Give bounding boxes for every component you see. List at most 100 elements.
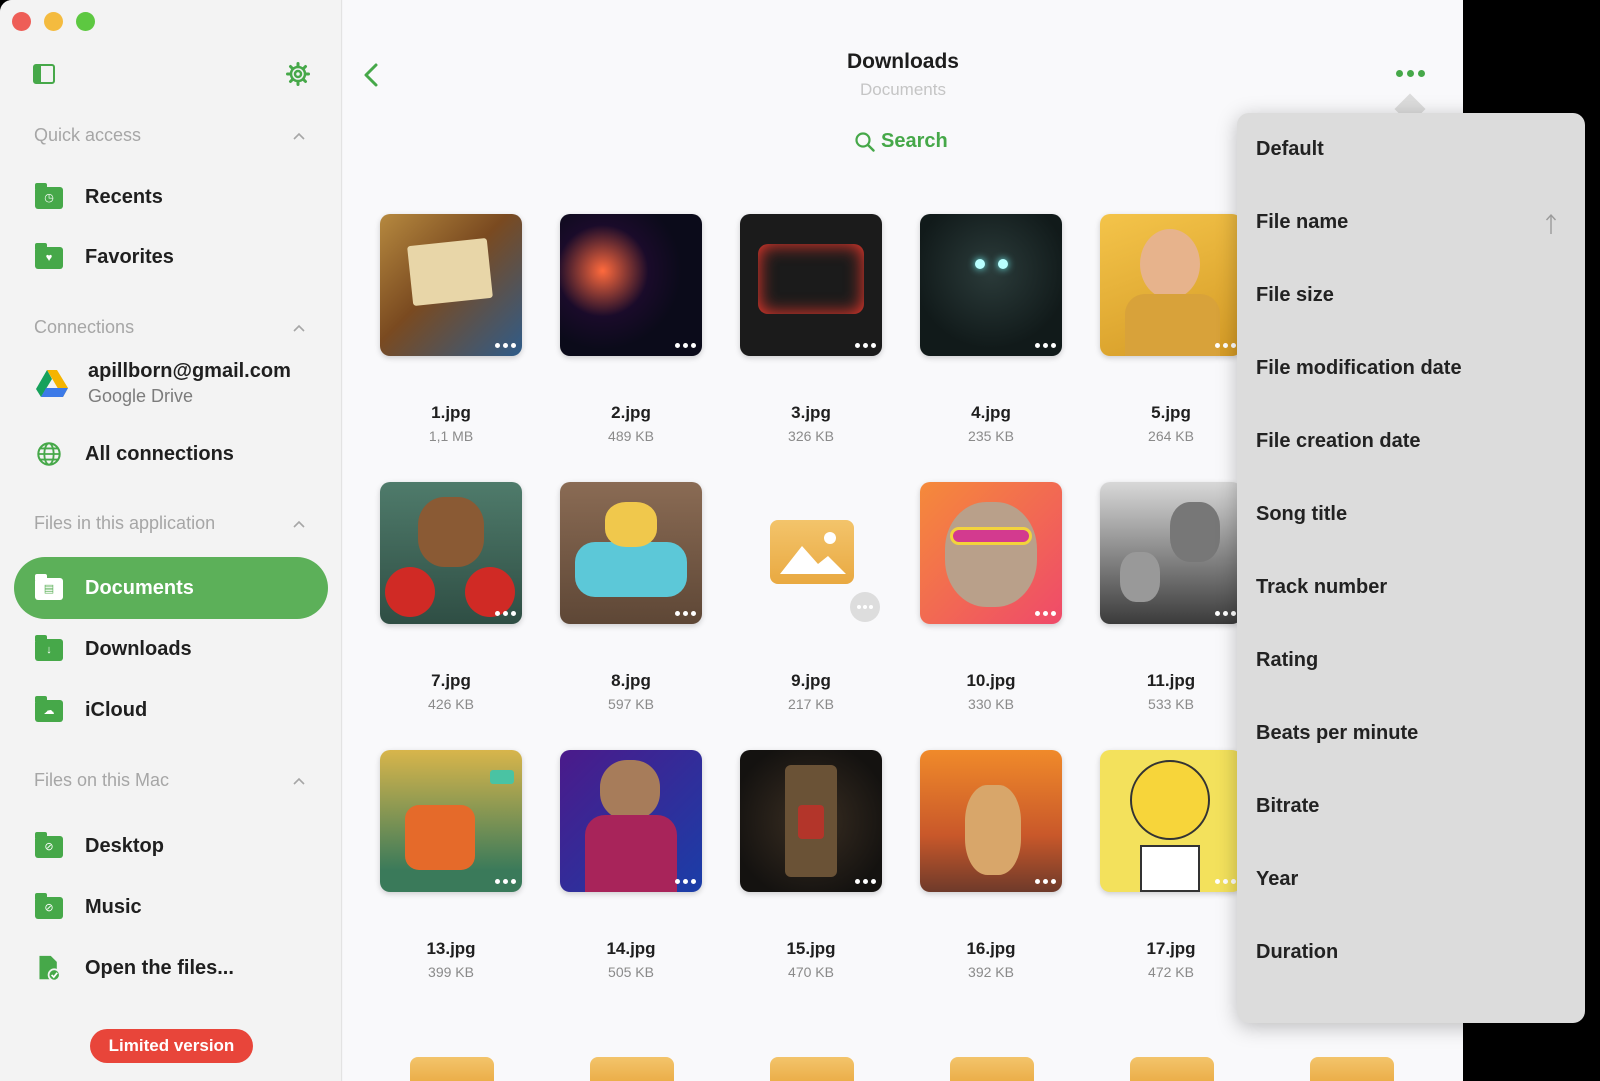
file-thumbnail[interactable] xyxy=(380,214,522,356)
ellipsis-icon[interactable] xyxy=(855,343,876,348)
menu-item-track-number[interactable]: Track number xyxy=(1256,576,1387,599)
sidebar-item-label: Downloads xyxy=(85,637,192,660)
minimize-window-button[interactable] xyxy=(44,12,63,31)
page-subtitle: Documents xyxy=(860,80,946,99)
ellipsis-icon[interactable] xyxy=(495,879,516,884)
ellipsis-icon[interactable] xyxy=(855,879,876,884)
file-name: 4.jpg xyxy=(971,403,1011,422)
account-service: Google Drive xyxy=(88,386,194,406)
file-thumbnail[interactable] xyxy=(1100,750,1242,892)
file-thumbnail[interactable] xyxy=(380,482,522,624)
file-size: 330 KB xyxy=(968,696,1014,712)
menu-item-file-name[interactable]: File name xyxy=(1256,211,1348,234)
ellipsis-icon[interactable] xyxy=(1035,611,1056,616)
sidebar-toggle-icon[interactable] xyxy=(33,64,55,84)
more-options-button[interactable] xyxy=(1396,66,1426,80)
chevron-up-icon[interactable] xyxy=(293,518,305,530)
search-label: Search xyxy=(881,130,948,152)
file-size: 1,1 MB xyxy=(428,428,474,444)
file-thumbnail[interactable] xyxy=(380,750,522,892)
menu-item-file-creation-date[interactable]: File creation date xyxy=(1256,430,1421,453)
file-size: 470 KB xyxy=(788,964,834,980)
menu-item-bitrate[interactable]: Bitrate xyxy=(1256,795,1319,818)
ellipsis-icon[interactable] xyxy=(1215,343,1236,348)
sidebar-item-desktop[interactable]: ⊘ Desktop xyxy=(14,815,328,877)
account-email: apillborn@gmail.com xyxy=(88,360,291,382)
file-size: 426 KB xyxy=(428,696,474,712)
search-button[interactable]: Search xyxy=(855,130,948,153)
sidebar-item-recents[interactable]: ◷ Recents xyxy=(14,166,328,228)
ellipsis-icon[interactable] xyxy=(1035,879,1056,884)
menu-item-year[interactable]: Year xyxy=(1256,868,1298,891)
menu-item-rating[interactable]: Rating xyxy=(1256,649,1318,672)
chevron-up-icon[interactable] xyxy=(293,322,305,334)
section-files-on-mac: Files on this Mac xyxy=(34,770,170,790)
file-thumbnail[interactable] xyxy=(740,214,882,356)
chevron-up-icon[interactable] xyxy=(293,775,305,787)
sidebar-item-label: Documents xyxy=(85,576,194,599)
image-placeholder-icon[interactable] xyxy=(950,1057,1034,1081)
gear-icon[interactable] xyxy=(286,62,310,86)
menu-item-file-size[interactable]: File size xyxy=(1256,284,1334,307)
menu-item-beats-per-minute[interactable]: Beats per minute xyxy=(1256,722,1418,745)
image-placeholder-icon[interactable] xyxy=(770,1057,854,1081)
file-thumbnail[interactable] xyxy=(1100,482,1242,624)
google-drive-icon xyxy=(36,369,68,397)
file-name: 15.jpg xyxy=(786,939,836,958)
download-folder-icon: ↓ xyxy=(35,635,63,662)
sidebar-item-icloud[interactable]: ☁ iCloud xyxy=(14,679,328,741)
menu-item-default[interactable]: Default xyxy=(1256,138,1324,161)
sidebar-item-favorites[interactable]: ♥ Favorites xyxy=(14,226,328,288)
file-thumbnail[interactable] xyxy=(560,482,702,624)
ellipsis-icon[interactable] xyxy=(1215,879,1236,884)
ellipsis-icon[interactable] xyxy=(495,611,516,616)
sidebar-item-all-connections[interactable]: All connections xyxy=(14,423,328,485)
ellipsis-icon xyxy=(1396,69,1403,77)
cloud-folder-icon: ☁ xyxy=(35,696,63,723)
file-thumbnail[interactable] xyxy=(560,750,702,892)
file-name: 17.jpg xyxy=(1146,939,1196,958)
file-thumbnail[interactable] xyxy=(560,214,702,356)
image-placeholder-icon[interactable] xyxy=(1310,1057,1394,1081)
image-placeholder-icon[interactable] xyxy=(1130,1057,1214,1081)
chevron-up-icon[interactable] xyxy=(293,130,305,142)
menu-item-file-modification-date[interactable]: File modification date xyxy=(1256,357,1462,380)
ellipsis-icon[interactable] xyxy=(1215,611,1236,616)
sidebar-item-google-drive[interactable]: apillborn@gmail.com Google Drive xyxy=(36,360,291,407)
ellipsis-icon[interactable] xyxy=(675,611,696,616)
file-thumbnail[interactable] xyxy=(1100,214,1242,356)
menu-item-duration[interactable]: Duration xyxy=(1256,941,1338,964)
close-window-button[interactable] xyxy=(12,12,31,31)
file-thumbnail[interactable] xyxy=(740,750,882,892)
sidebar-item-open-files[interactable]: Open the files... xyxy=(14,937,328,999)
sidebar-item-label: Music xyxy=(85,895,142,918)
heart-folder-icon: ♥ xyxy=(35,243,63,270)
file-name: 9.jpg xyxy=(791,671,831,690)
menu-item-song-title[interactable]: Song title xyxy=(1256,503,1347,526)
sidebar-item-music[interactable]: ⊘ Music xyxy=(14,876,328,938)
ellipsis-icon[interactable] xyxy=(850,592,880,622)
file-thumbnail[interactable] xyxy=(920,214,1062,356)
image-placeholder-icon[interactable] xyxy=(590,1057,674,1081)
zoom-window-button[interactable] xyxy=(76,12,95,31)
ellipsis-icon[interactable] xyxy=(675,343,696,348)
sidebar-item-downloads[interactable]: ↓ Downloads xyxy=(14,618,328,680)
file-thumbnail[interactable] xyxy=(920,750,1062,892)
sidebar-item-label: Desktop xyxy=(85,834,164,857)
file-size: 597 KB xyxy=(608,696,654,712)
image-placeholder-icon[interactable] xyxy=(410,1057,494,1081)
file-size: 326 KB xyxy=(788,428,834,444)
open-file-icon xyxy=(39,955,61,981)
file-thumbnail[interactable] xyxy=(740,482,882,624)
ellipsis-icon[interactable] xyxy=(495,343,516,348)
sidebar-item-label: Recents xyxy=(85,185,163,208)
limited-version-badge[interactable]: Limited version xyxy=(90,1029,253,1063)
document-folder-icon: ▤ xyxy=(35,574,63,601)
file-thumbnail[interactable] xyxy=(920,482,1062,624)
globe-icon xyxy=(37,442,61,466)
file-size: 217 KB xyxy=(788,696,834,712)
clock-folder-icon: ◷ xyxy=(35,183,63,210)
sidebar-item-documents[interactable]: ▤ Documents xyxy=(14,557,328,619)
ellipsis-icon[interactable] xyxy=(675,879,696,884)
ellipsis-icon[interactable] xyxy=(1035,343,1056,348)
